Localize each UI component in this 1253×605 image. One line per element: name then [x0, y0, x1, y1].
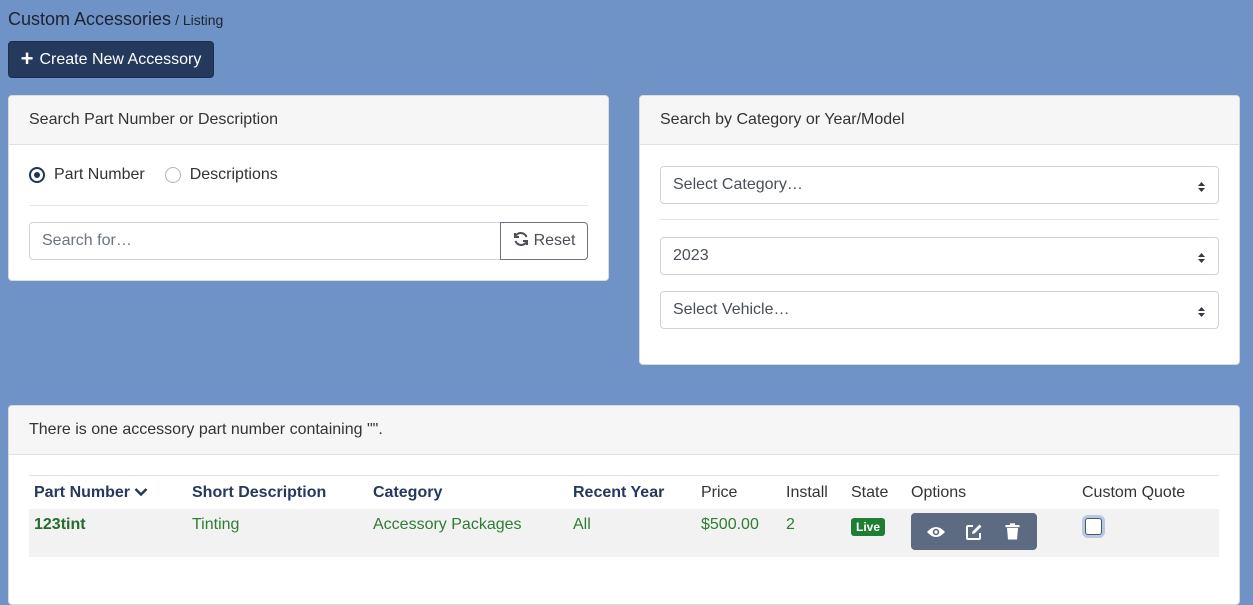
search-input[interactable]	[29, 222, 501, 260]
create-new-accessory-button[interactable]: + Create New Accessory	[8, 41, 214, 78]
reset-label: Reset	[533, 232, 576, 249]
breadcrumb-sub: / Listing	[175, 12, 224, 28]
accessories-table: Part Number Short Description Category R…	[29, 475, 1219, 557]
trash-icon[interactable]	[997, 523, 1027, 540]
descriptions-radio[interactable]	[164, 167, 181, 183]
descriptions-radio-label[interactable]: Descriptions	[190, 166, 278, 184]
eye-icon[interactable]	[921, 525, 951, 539]
part-number-radio-label[interactable]: Part Number	[54, 166, 145, 184]
create-button-label: Create New Accessory	[39, 50, 202, 68]
column-category[interactable]: Category	[368, 475, 568, 509]
results-message: There is one accessory part number conta…	[9, 406, 1239, 455]
column-recent-year[interactable]: Recent Year	[568, 475, 696, 509]
cell-category: Accessory Packages	[368, 509, 568, 557]
filter-card-header: Search by Category or Year/Model	[640, 96, 1239, 145]
cell-price: $500.00	[696, 509, 781, 557]
cell-state: Live	[846, 509, 906, 557]
refresh-icon	[513, 231, 529, 252]
divider	[29, 205, 588, 206]
cell-part-number[interactable]: 123tint	[29, 509, 187, 557]
category-select[interactable]: Select Category…	[660, 166, 1219, 204]
results-card: There is one accessory part number conta…	[8, 405, 1240, 605]
reset-button[interactable]: Reset	[500, 222, 588, 260]
category-select-value: Select Category…	[673, 176, 803, 193]
divider	[660, 219, 1219, 220]
column-short-description[interactable]: Short Description	[187, 475, 368, 509]
column-state: State	[846, 475, 906, 509]
edit-icon[interactable]	[959, 523, 989, 541]
column-install: Install	[781, 475, 846, 509]
cell-short-description: Tinting	[187, 509, 368, 557]
cell-install: 2	[781, 509, 846, 557]
part-number-radio[interactable]	[29, 167, 45, 183]
select-arrows-icon	[1197, 251, 1206, 269]
table-row: 123tint Tinting Accessory Packages All $…	[29, 509, 1219, 557]
cell-options	[906, 509, 1077, 557]
select-arrows-icon	[1197, 305, 1206, 323]
filter-card: Search by Category or Year/Model Select …	[639, 95, 1240, 365]
cell-recent-year: All	[568, 509, 696, 557]
breadcrumb: Custom Accessories / Listing	[8, 9, 223, 30]
search-mode-radios: Part Number Descriptions	[29, 166, 298, 184]
page-title: Custom Accessories	[8, 9, 172, 29]
column-part-number[interactable]: Part Number	[29, 475, 187, 509]
options-button-group	[911, 513, 1037, 550]
cell-custom-quote	[1077, 509, 1219, 557]
search-card-header: Search Part Number or Description	[9, 96, 608, 145]
search-card: Search Part Number or Description Part N…	[8, 95, 609, 281]
chevron-down-icon[interactable]	[134, 484, 148, 501]
table-header-row: Part Number Short Description Category R…	[29, 475, 1219, 509]
status-badge: Live	[851, 518, 886, 536]
custom-quote-checkbox[interactable]	[1085, 518, 1102, 535]
plus-icon: +	[20, 45, 34, 71]
vehicle-select[interactable]: Select Vehicle…	[660, 291, 1219, 329]
year-select-value: 2023	[673, 247, 709, 264]
column-custom-quote: Custom Quote	[1077, 475, 1219, 509]
select-arrows-icon	[1197, 180, 1206, 198]
vehicle-select-value: Select Vehicle…	[673, 301, 790, 318]
year-select[interactable]: 2023	[660, 237, 1219, 275]
column-options: Options	[906, 475, 1077, 509]
column-price: Price	[696, 475, 781, 509]
